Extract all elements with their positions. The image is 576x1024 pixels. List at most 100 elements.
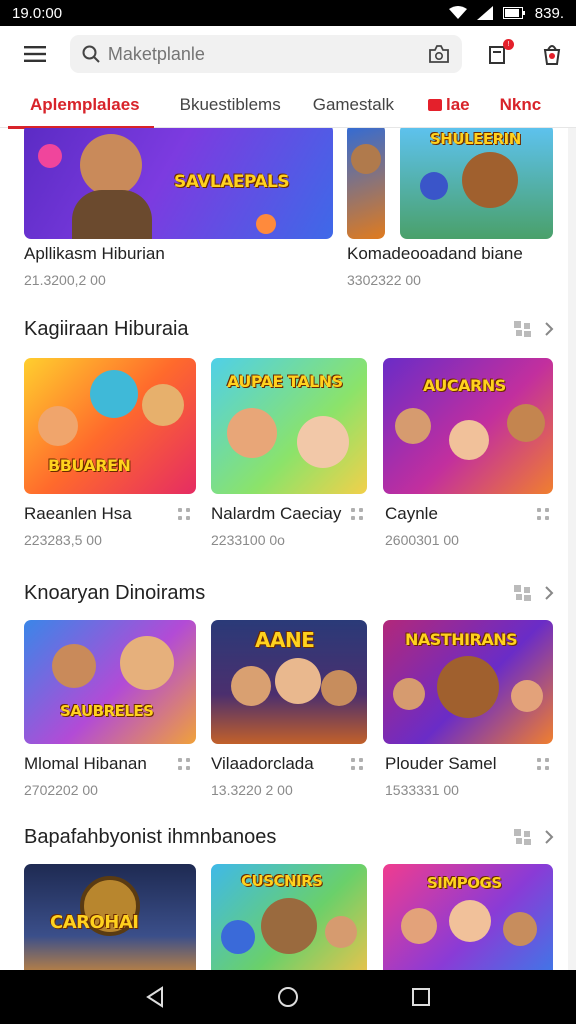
tab-business[interactable]: Bkuestiblems (180, 82, 281, 128)
search-icon (82, 45, 100, 63)
tab-new-label: Nknc (499, 94, 542, 114)
app-thumbnail: CAROHAI (24, 864, 196, 970)
wifi-icon (448, 6, 467, 19)
more-options-icon[interactable] (351, 758, 365, 772)
section-more[interactable] (514, 321, 554, 337)
featured-banner-2: SHULEERIN (430, 130, 521, 148)
featured-thumbnail-2: SHULEERIN (400, 128, 553, 239)
app-thumbnail: CUSCNIRS (211, 864, 367, 970)
app-thumbnail: NASTHIRANS (383, 620, 553, 744)
system-nav-bar (0, 970, 576, 1024)
section-title: Knoaryan Dinoirams (24, 582, 206, 604)
app-sub: 2233100 0o (211, 532, 285, 548)
featured-banner: SAVLAEPALS (174, 172, 290, 192)
notifications-button[interactable]: ! (484, 39, 514, 68)
tab-live-label: lae (445, 94, 470, 114)
app-banner: SAUBRELES (60, 702, 154, 720)
featured-thumbnail-side (347, 128, 385, 239)
featured-title-2: Komadeooadand biane (347, 244, 523, 263)
battery-icon (502, 7, 525, 19)
character-art (80, 134, 142, 196)
app-title: Vilaadorclada (211, 754, 314, 773)
more-options-icon[interactable] (178, 508, 192, 522)
shopping-bag-icon (543, 45, 561, 65)
app-thumbnail: AANE (211, 620, 367, 744)
camera-icon[interactable] (428, 44, 450, 64)
app-banner: CUSCNIRS (241, 872, 323, 890)
status-time: 19.0:00 (12, 4, 63, 22)
app-sub: 13.3220 2 00 (211, 782, 293, 798)
content-scroll[interactable]: SAVLAEPALS Apllikasm Hiburian 21.3200,2 … (0, 128, 576, 970)
app-card[interactable]: CUSCNIRS (211, 864, 367, 970)
section-title: Bapafahbyonist ihmnbanoes (24, 826, 277, 848)
app-banner: NASTHIRANS (405, 630, 518, 649)
tab-business-label: Bkuestiblems (179, 94, 281, 114)
hamburger-icon (23, 46, 46, 62)
app-title: Raeanlen Hsa (24, 504, 132, 523)
app-thumbnail: AUCARNS (383, 358, 553, 494)
app-sub: 2600301 00 (385, 532, 459, 548)
grid-icon (514, 829, 531, 845)
tab-live[interactable]: lae (427, 82, 470, 128)
app-title: Mlomal Hibanan (24, 754, 147, 773)
signal-icon (476, 6, 493, 20)
tab-games-label: Gamestalk (312, 94, 394, 114)
app-banner: CAROHAI (50, 912, 139, 933)
featured-sub: 21.3200,2 00 (24, 272, 106, 288)
tab-apps-label: Aplemplalaes (30, 94, 140, 114)
section-more[interactable] (514, 829, 554, 845)
app-sub: 1533331 00 (385, 782, 459, 798)
more-options-icon[interactable] (178, 758, 192, 772)
app-card[interactable]: AUCARNS Caynle 2600301 00 (383, 358, 553, 548)
app-bar: ! (0, 26, 576, 82)
status-bar: 19.0:00 839. (0, 0, 576, 26)
app-card[interactable]: SIMPOGS (383, 864, 553, 970)
battery-percent: 839. (534, 4, 564, 22)
chevron-right-icon (545, 586, 554, 600)
grid-icon (514, 321, 531, 337)
tab-new[interactable]: Nknc (500, 82, 542, 128)
grid-icon (514, 585, 531, 601)
app-title: Plouder Samel (385, 754, 497, 773)
app-thumbnail: SAUBRELES (24, 620, 196, 744)
app-card[interactable]: CAROHAI (24, 864, 196, 970)
app-card[interactable]: NASTHIRANS Plouder Samel 1533331 00 (383, 620, 553, 798)
more-options-icon[interactable] (537, 508, 551, 522)
app-sub: 223283,5 00 (24, 532, 102, 548)
app-sub: 2702202 00 (24, 782, 98, 798)
appbar-actions: ! (484, 39, 566, 68)
tab-apps[interactable]: Aplemplalaes (8, 82, 154, 129)
more-options-icon[interactable] (537, 758, 551, 772)
featured-thumbnail: SAVLAEPALS (24, 128, 333, 239)
app-thumbnail: AUPAE TALNS (211, 358, 367, 494)
app-banner: AANE (255, 628, 315, 652)
scrollbar[interactable] (568, 128, 576, 970)
category-tabs: Aplemplalaes Bkuestiblems Gamestalk lae … (0, 82, 576, 129)
featured-card-2[interactable]: SHULEERIN Komadeooadand biane 3302322 00 (347, 128, 553, 288)
live-badge-icon (427, 98, 442, 111)
section-title: Kagiiraan Hiburaia (24, 318, 189, 340)
tab-games[interactable]: Gamestalk (313, 82, 394, 128)
recents-icon[interactable] (411, 987, 431, 1007)
search-input[interactable] (107, 43, 418, 65)
app-thumbnail: SIMPOGS (383, 864, 553, 970)
app-banner: BBUAREN (48, 456, 131, 475)
app-thumbnail: BBUAREN (24, 358, 196, 494)
app-card[interactable]: AUPAE TALNS Nalardm Caeciay 2233100 0o (211, 358, 367, 548)
more-options-icon[interactable] (351, 508, 365, 522)
featured-card[interactable]: SAVLAEPALS Apllikasm Hiburian 21.3200,2 … (24, 128, 333, 288)
home-icon[interactable] (276, 985, 300, 1009)
cart-button[interactable] (538, 40, 566, 68)
app-card[interactable]: SAUBRELES Mlomal Hibanan 2702202 00 (24, 620, 196, 798)
app-title: Caynle (385, 504, 438, 523)
app-title: Nalardm Caeciay (211, 504, 342, 523)
chevron-right-icon (545, 322, 554, 336)
menu-button[interactable] (18, 37, 52, 71)
section-more[interactable] (514, 585, 554, 601)
search-bar[interactable] (69, 35, 462, 73)
status-icons: 839. (448, 4, 564, 22)
app-card[interactable]: AANE Vilaadorclada 13.3220 2 00 (211, 620, 367, 798)
back-icon[interactable] (145, 986, 165, 1008)
app-banner: AUCARNS (423, 376, 506, 395)
app-card[interactable]: BBUAREN Raeanlen Hsa 223283,5 00 (24, 358, 196, 548)
